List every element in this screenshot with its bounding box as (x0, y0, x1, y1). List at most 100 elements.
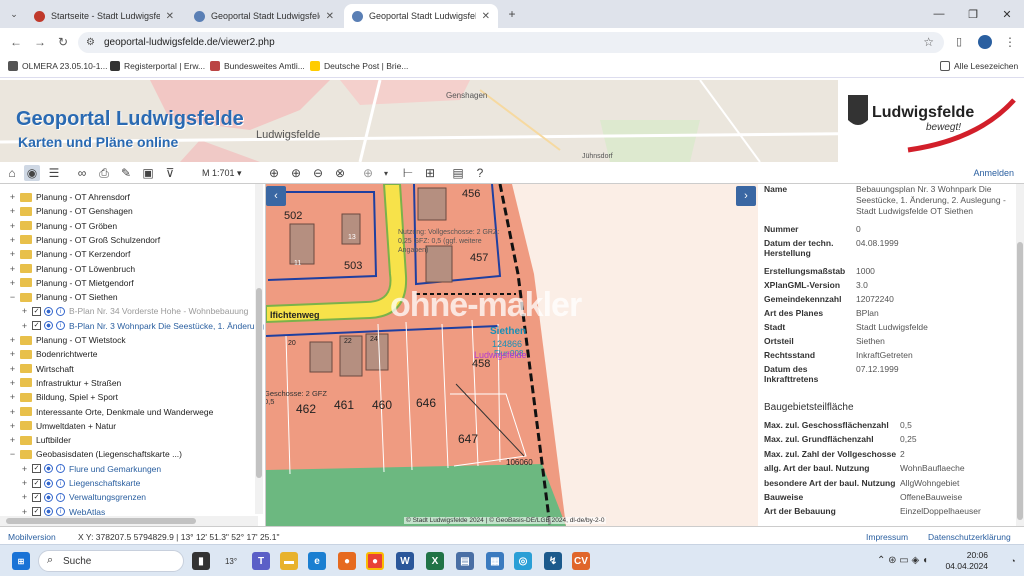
measure-area-icon[interactable]: ⊞ (422, 165, 438, 181)
tree-item[interactable]: + Umweltdaten + Natur (8, 419, 116, 433)
tree-item[interactable]: + Planung - OT Löwenbruch (8, 262, 135, 276)
forward-icon[interactable]: → (34, 35, 46, 49)
zoom-history-icon[interactable]: ⊕ (360, 165, 376, 181)
zoom-in-icon[interactable]: ⊕ (266, 165, 282, 181)
impressum-link[interactable]: Impressum (866, 532, 908, 542)
image-icon[interactable]: ▣ (140, 165, 156, 181)
layer-checkbox[interactable]: ✓ (32, 306, 41, 316)
tree-scrollbar[interactable] (255, 184, 263, 514)
tab-geoportal-2[interactable]: Geoportal Stadt Ludwigsfelde ✕ (344, 4, 498, 28)
close-window-icon[interactable]: ✕ (990, 0, 1024, 28)
collapse-icon[interactable]: − (8, 449, 17, 459)
clock[interactable]: 20:06 04.04.2024 (945, 550, 988, 572)
chrome-icon[interactable]: ● (366, 552, 384, 570)
expand-icon[interactable]: + (8, 206, 17, 216)
reload-icon[interactable]: ↻ (58, 35, 68, 49)
layer-radio-icon[interactable] (44, 478, 53, 488)
app-icon[interactable]: ◎ (514, 552, 532, 570)
excel-icon[interactable]: X (426, 552, 444, 570)
expand-icon[interactable]: + (20, 492, 29, 502)
tree-item[interactable]: + Planung - OT Gröben (8, 219, 117, 233)
close-icon[interactable]: ✕ (482, 11, 490, 22)
tree-item[interactable]: + Luftbilder (8, 433, 71, 447)
tree-horizontal-scrollbar[interactable] (0, 516, 258, 526)
maximize-icon[interactable]: ❐ (956, 0, 990, 28)
cv-app-icon[interactable]: CV (572, 552, 590, 570)
city-logo[interactable]: Ludwigsfelde bewegt! (838, 80, 1024, 162)
expand-right-button[interactable]: › (736, 186, 756, 206)
layer-checkbox[interactable]: ✓ (32, 478, 41, 488)
system-tray[interactable]: ⌃ ⊛ ▭ ◈ ◖ (877, 555, 928, 566)
expand-icon[interactable]: + (20, 464, 29, 474)
collapse-icon[interactable]: − (8, 292, 17, 302)
minimize-icon[interactable]: — (922, 0, 956, 28)
zoom-extent-icon[interactable]: ⊗ (332, 165, 348, 181)
layer-checkbox[interactable]: ✓ (32, 321, 41, 331)
app-icon[interactable]: ▦ (486, 552, 504, 570)
windows-start-icon[interactable]: ⊞ (12, 552, 30, 570)
info-icon[interactable]: i (56, 478, 65, 488)
layer-checkbox[interactable]: ✓ (32, 492, 41, 502)
print-icon[interactable]: ⎙ (96, 165, 112, 181)
measure-line-icon[interactable]: ⊢ (400, 165, 416, 181)
firefox-icon[interactable]: ● (338, 552, 356, 570)
home-icon[interactable]: ⌂ (4, 165, 20, 181)
expand-icon[interactable]: + (8, 407, 17, 417)
tree-item[interactable]: − Geobasisdaten (Liegenschaftskarte ...) (8, 447, 182, 461)
map-view[interactable]: ohne-makler ‹ › Nutzung: Vollgeschosse: … (266, 184, 758, 526)
tree-item[interactable]: + ✓ i Flure und Gemarkungen (20, 462, 161, 476)
save-icon[interactable]: ▤ (450, 165, 466, 181)
tree-item[interactable]: + Infrastruktur + Straßen (8, 376, 121, 390)
taskbar-search[interactable]: ⌕ Suche (38, 550, 184, 572)
layer-checkbox[interactable]: ✓ (32, 507, 41, 517)
tree-item[interactable]: + Planung - OT Kerzendorf (8, 247, 130, 261)
site-info-icon[interactable]: ⚙ (86, 37, 95, 48)
expand-icon[interactable]: + (8, 378, 17, 388)
expand-icon[interactable]: + (8, 349, 17, 359)
layer-radio-icon[interactable] (44, 306, 53, 316)
eye-icon[interactable]: ◉ (24, 165, 40, 181)
list-icon[interactable]: ☰ (46, 165, 62, 181)
tree-item[interactable]: + Planung - OT Ahrensdorf (8, 190, 130, 204)
all-bookmarks[interactable]: Alle Lesezeichen (940, 61, 1018, 71)
bookmark-deutsche-post[interactable]: Deutsche Post | Brie... (310, 61, 408, 71)
expand-icon[interactable]: + (8, 221, 17, 231)
file-explorer-icon[interactable]: ▬ (280, 552, 298, 570)
app-icon[interactable]: ↯ (544, 552, 562, 570)
expand-icon[interactable]: + (8, 249, 17, 259)
menu-dots-icon[interactable]: ⋮ (1004, 35, 1016, 49)
notification-icon[interactable]: ◔ (1004, 552, 1022, 570)
tree-item[interactable]: + ✓ i B-Plan Nr. 34 Vorderste Hohe - Wohnbe… (20, 304, 249, 318)
weather-widget[interactable]: 13° (222, 552, 240, 570)
chevron-down-icon[interactable]: ▾ (378, 165, 394, 181)
bookmark-registerportal[interactable]: Registerportal | Erw... (110, 61, 205, 71)
close-icon[interactable]: ✕ (326, 11, 334, 22)
filter-icon[interactable]: ⊽ (162, 165, 178, 181)
tree-item[interactable]: + Planung - OT Wietstock (8, 333, 126, 347)
datenschutz-link[interactable]: Datenschutzerklärung (928, 532, 1011, 542)
bookmark-olmera[interactable]: OLMERA 23.05.10-1... (8, 61, 108, 71)
expand-icon[interactable]: + (8, 392, 17, 402)
layer-checkbox[interactable]: ✓ (32, 464, 41, 474)
mobile-version-link[interactable]: Mobilversion (8, 532, 56, 542)
tab-list-icon[interactable]: ⌄ (6, 6, 22, 22)
bookmark-bundesweites[interactable]: Bundesweites Amtli... (210, 61, 305, 71)
info-icon[interactable]: i (56, 321, 65, 331)
tree-item[interactable]: + Interessante Orte, Denkmale und Wanderw… (8, 405, 213, 419)
url-field[interactable]: ⚙ geoportal-ludwigsfelde.de/viewer2.php … (78, 32, 944, 53)
zoom-in-plus-icon[interactable]: ⊕ (288, 165, 304, 181)
tree-item[interactable]: + Bodenrichtwerte (8, 347, 98, 361)
expand-icon[interactable]: + (20, 321, 29, 331)
zoom-out-icon[interactable]: ⊖ (310, 165, 326, 181)
tree-item[interactable]: + ✓ i Verwaltungsgrenzen (20, 490, 146, 504)
app-icon[interactable]: ▤ (456, 552, 474, 570)
layer-radio-icon[interactable] (44, 321, 53, 331)
sidebar-icon[interactable]: ▯ (956, 35, 962, 48)
tree-item[interactable]: + Planung - OT Groß Schulzendorf (8, 233, 160, 247)
back-icon[interactable]: ← (10, 35, 22, 49)
pencil-icon[interactable]: ✎ (118, 165, 134, 181)
info-icon[interactable]: i (56, 464, 65, 474)
info-icon[interactable]: i (56, 306, 65, 316)
login-link[interactable]: Anmelden (973, 168, 1014, 178)
expand-icon[interactable]: + (8, 335, 17, 345)
